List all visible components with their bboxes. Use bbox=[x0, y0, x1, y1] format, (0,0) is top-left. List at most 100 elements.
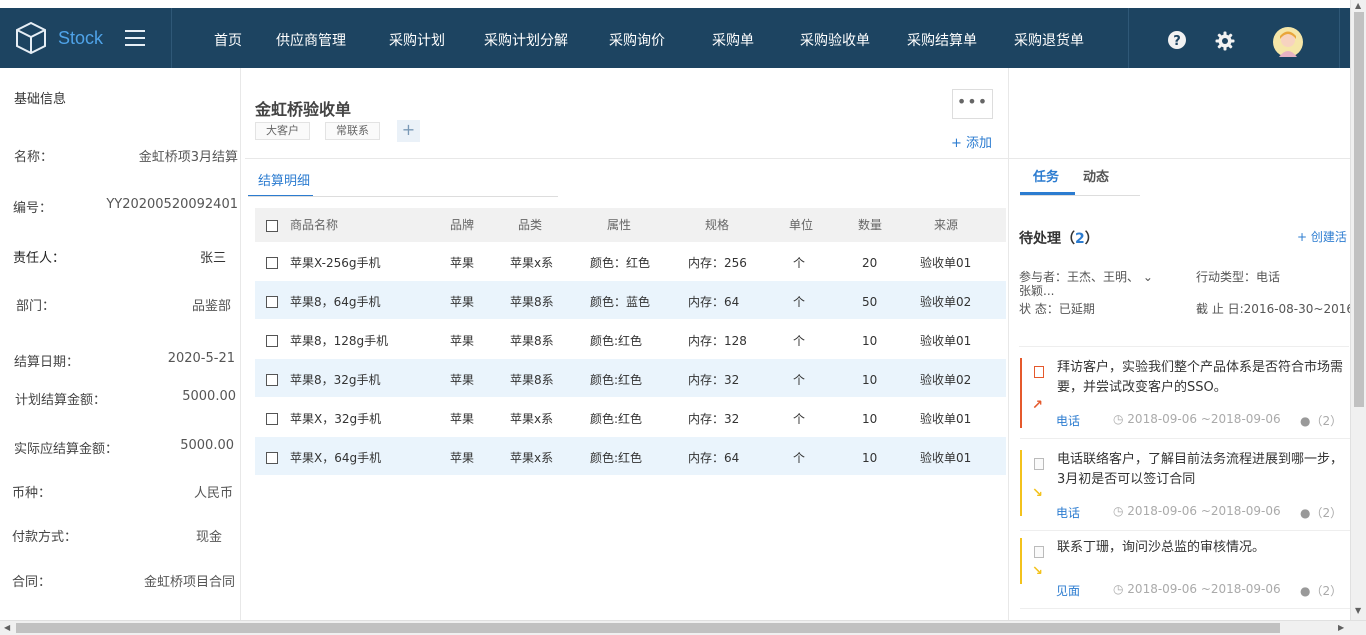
tab-tasks[interactable]: 任务 bbox=[1033, 168, 1059, 188]
help-icon[interactable]: ? bbox=[1167, 30, 1187, 50]
main-panel: 金虹桥验收单 大客户 常联系 + ••• + 添加 结算明细 商品名称 品牌 品… bbox=[245, 68, 1008, 620]
tag[interactable]: 大客户 bbox=[255, 122, 310, 140]
cube-logo-icon bbox=[16, 21, 46, 55]
add-link[interactable]: + 添加 bbox=[951, 132, 992, 151]
arrow-down-right-icon: ↘ bbox=[1032, 486, 1043, 501]
scroll-up-icon[interactable]: ▲ bbox=[1355, 1, 1361, 10]
task-comments[interactable]: ●（2） bbox=[1300, 504, 1342, 521]
table-row[interactable]: 苹果8，64g手机 苹果 苹果8系 颜色：蓝色 内存：64 个 50 验收单02 bbox=[255, 281, 1006, 320]
table-cell: 苹果8系 bbox=[510, 334, 554, 348]
create-activity-button[interactable]: + 创建活 bbox=[1297, 228, 1347, 245]
pending-count: 2 bbox=[1075, 231, 1085, 247]
scrollbar-thumb[interactable] bbox=[16, 623, 1280, 633]
table-row[interactable]: 苹果X-256g手机 苹果 苹果x系 颜色：红色 内存：256 个 20 验收单01 bbox=[255, 242, 1006, 281]
table-row[interactable]: 苹果8，32g手机 苹果 苹果8系 颜色:红色 内存：32 个 10 验收单02 bbox=[255, 359, 1006, 398]
brand[interactable]: Stock bbox=[0, 8, 172, 68]
status: 状 态：已延期 bbox=[1019, 302, 1095, 316]
svg-text:?: ? bbox=[1173, 34, 1181, 49]
divider bbox=[248, 196, 558, 197]
scroll-down-icon[interactable]: ▼ bbox=[1355, 606, 1361, 615]
more-button[interactable]: ••• bbox=[952, 89, 993, 119]
nav-divider bbox=[1128, 8, 1129, 68]
task-type-link[interactable]: 电话 bbox=[1056, 504, 1080, 521]
table-cell: 10 bbox=[862, 451, 878, 465]
nav-divider bbox=[1339, 8, 1340, 68]
info-value: 品鉴部 bbox=[191, 299, 231, 314]
table-row[interactable]: 苹果X，64g手机 苹果 苹果x系 颜色:红色 内存：64 个 10 验收单01 bbox=[255, 437, 1006, 476]
info-label: 部门： bbox=[16, 299, 56, 314]
row-checkbox[interactable] bbox=[266, 296, 278, 308]
tab-settlement-detail[interactable]: 结算明细 bbox=[248, 170, 313, 197]
horizontal-scrollbar[interactable]: ◀ ▶ bbox=[0, 620, 1366, 635]
table-cell: 个 bbox=[793, 373, 806, 387]
scroll-left-icon[interactable]: ◀ bbox=[4, 623, 10, 632]
info-label: 计划结算金额： bbox=[15, 393, 107, 408]
row-checkbox[interactable] bbox=[266, 452, 278, 464]
comment-icon: ● bbox=[1300, 506, 1311, 520]
table-cell: 颜色:红色 bbox=[590, 373, 643, 387]
divider bbox=[1020, 530, 1350, 531]
nav-item-settlement[interactable]: 采购结算单 bbox=[907, 8, 977, 74]
info-label: 结算日期： bbox=[14, 355, 80, 370]
row-checkbox[interactable] bbox=[266, 374, 278, 386]
task-comments[interactable]: ●（2） bbox=[1300, 412, 1342, 429]
info-label: 名称： bbox=[14, 150, 54, 165]
table-cell: 苹果 bbox=[450, 373, 475, 387]
row-checkbox[interactable] bbox=[266, 413, 278, 425]
nav-item-purchase-plan[interactable]: 采购计划 bbox=[389, 8, 445, 74]
info-row-code: 编号： YY20200520092401 bbox=[0, 197, 240, 217]
nav-item-home[interactable]: 首页 bbox=[214, 8, 242, 74]
info-row-owner: 责任人： 张三 bbox=[0, 247, 240, 267]
info-value: 金虹桥项目合同 bbox=[143, 575, 235, 590]
top-strip bbox=[0, 0, 1366, 8]
task-type-link[interactable]: 电话 bbox=[1056, 412, 1080, 429]
divider bbox=[1019, 346, 1349, 347]
tag[interactable]: 常联系 bbox=[325, 122, 380, 140]
nav-item-supplier[interactable]: 供应商管理 bbox=[276, 8, 346, 74]
table-cell: 颜色：红色 bbox=[590, 256, 651, 270]
divider bbox=[245, 158, 1008, 159]
nav-item-plan-breakdown[interactable]: 采购计划分解 bbox=[484, 8, 568, 74]
table-cell: 苹果8，32g手机 bbox=[290, 373, 381, 387]
info-label: 编号： bbox=[13, 201, 53, 216]
col-header: 数量 bbox=[858, 218, 883, 232]
row-checkbox[interactable] bbox=[266, 257, 278, 269]
col-header: 商品名称 bbox=[290, 218, 339, 232]
table-row[interactable]: 苹果8，128g手机 苹果 苹果8系 颜色:红色 内存：128 个 10 验收单01 bbox=[255, 320, 1006, 359]
gear-icon[interactable] bbox=[1215, 31, 1235, 51]
table-cell: 内存：256 bbox=[688, 256, 747, 270]
col-header: 品类 bbox=[518, 218, 543, 232]
table-cell: 苹果8，64g手机 bbox=[290, 295, 381, 309]
table-row[interactable]: 苹果X，32g手机 苹果 苹果x系 颜色:红色 内存：32 个 10 验收单01 bbox=[255, 398, 1006, 437]
table-cell: 50 bbox=[862, 295, 878, 309]
row-checkbox[interactable] bbox=[266, 335, 278, 347]
comment-icon: ● bbox=[1300, 414, 1311, 428]
table-cell: 苹果 bbox=[450, 412, 475, 426]
nav-item-return[interactable]: 采购退货单 bbox=[1014, 8, 1084, 74]
vertical-scrollbar[interactable]: ▲ ▼ bbox=[1350, 0, 1366, 620]
info-label: 责任人： bbox=[13, 251, 66, 266]
table-cell: 内存：32 bbox=[688, 412, 740, 426]
nav-item-inquiry[interactable]: 采购询价 bbox=[609, 8, 665, 74]
nav-item-acceptance[interactable]: 采购验收单 bbox=[800, 8, 870, 74]
clock-icon: ◷ bbox=[1113, 412, 1128, 426]
task-type-link[interactable]: 见面 bbox=[1056, 582, 1080, 599]
avatar[interactable] bbox=[1273, 27, 1303, 57]
nav-item-purchase-order[interactable]: 采购单 bbox=[712, 8, 754, 74]
hamburger-menu-icon[interactable] bbox=[125, 30, 146, 46]
document-icon bbox=[1034, 546, 1044, 558]
scroll-right-icon[interactable]: ▶ bbox=[1338, 623, 1344, 632]
add-tag-button[interactable]: + bbox=[397, 120, 420, 142]
info-label: 币种： bbox=[12, 486, 52, 501]
col-header: 规格 bbox=[705, 218, 730, 232]
select-all-checkbox[interactable] bbox=[266, 220, 278, 232]
table-cell: 验收单01 bbox=[920, 256, 972, 270]
info-value: 张三 bbox=[199, 251, 226, 266]
scrollbar-thumb[interactable] bbox=[1354, 12, 1364, 407]
tab-activity[interactable]: 动态 bbox=[1083, 168, 1109, 188]
task-comments[interactable]: ●（2） bbox=[1300, 582, 1342, 599]
table-cell: 个 bbox=[793, 256, 806, 270]
section-title: 基础信息 bbox=[14, 92, 67, 107]
deadline: 截 止 日:2016-08-30~2016-0 bbox=[1196, 302, 1366, 316]
info-row-actual-amount: 实际应结算金额： 5000.00 bbox=[0, 438, 240, 458]
